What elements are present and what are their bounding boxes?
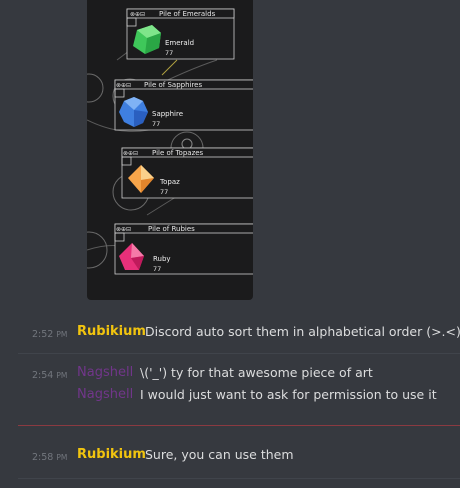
pile-card-topazes: ⊗⊕⊟ Pile of Topazes Topaz 77 <box>121 147 253 199</box>
author-name[interactable]: Rubikium <box>77 447 146 463</box>
gem-name: Topaz <box>159 178 180 186</box>
pile-title: Pile of Sapphires <box>144 81 202 89</box>
message-divider <box>18 353 460 354</box>
timestamp: 2:58 PM <box>32 452 68 463</box>
gem-count: 77 <box>152 120 160 128</box>
pile-card-sapphires: ⊗⊕⊟ Pile of Sapphires Sapphire 77 <box>114 79 253 131</box>
gem-name: Ruby <box>153 255 171 263</box>
gem-count: 77 <box>165 49 173 57</box>
timestamp: 2:52 PM <box>32 329 68 340</box>
message-text: I would just want to ask for permission … <box>140 387 437 402</box>
message-text: \('_') ty for that awesome piece of art <box>140 365 373 380</box>
graph-lines <box>87 29 218 253</box>
author-name[interactable]: Nagshell <box>77 365 133 381</box>
gem-count: 77 <box>160 188 168 196</box>
pile-title: Pile of Topazes <box>152 149 204 157</box>
pile-icons: ⊗⊕⊟ <box>123 150 138 157</box>
gem-name: Sapphire <box>152 110 183 118</box>
gem-name: Emerald <box>165 39 194 47</box>
gem-count: 77 <box>153 265 161 273</box>
pile-card-rubies: ⊗⊕⊟ Pile of Rubies Ruby 77 <box>114 223 253 275</box>
pile-icons: ⊗⊕⊟ <box>116 82 131 89</box>
pile-card-emeralds: ⊗⊕⊟ Pile of Emeralds Emerald 77 <box>126 8 235 60</box>
timestamp: 2:54 PM <box>32 370 68 381</box>
message-text: Sure, you can use them <box>145 447 294 462</box>
new-messages-divider <box>18 425 460 426</box>
pile-title: Pile of Emeralds <box>159 10 216 18</box>
pile-icons: ⊗⊕⊟ <box>116 226 131 233</box>
message-text: Discord auto sort them in alphabetical o… <box>145 324 460 339</box>
message-divider <box>18 478 460 479</box>
author-name[interactable]: Rubikium <box>77 324 146 340</box>
author-name[interactable]: Nagshell <box>77 387 133 403</box>
pile-title: Pile of Rubies <box>148 225 195 233</box>
embedded-image[interactable]: ⊗⊕⊟ Pile of Emeralds Emerald 77 ⊗⊕⊟ Pile… <box>87 0 253 300</box>
node-ring-icon <box>181 138 193 150</box>
pile-icons: ⊗⊕⊟ <box>130 11 145 18</box>
